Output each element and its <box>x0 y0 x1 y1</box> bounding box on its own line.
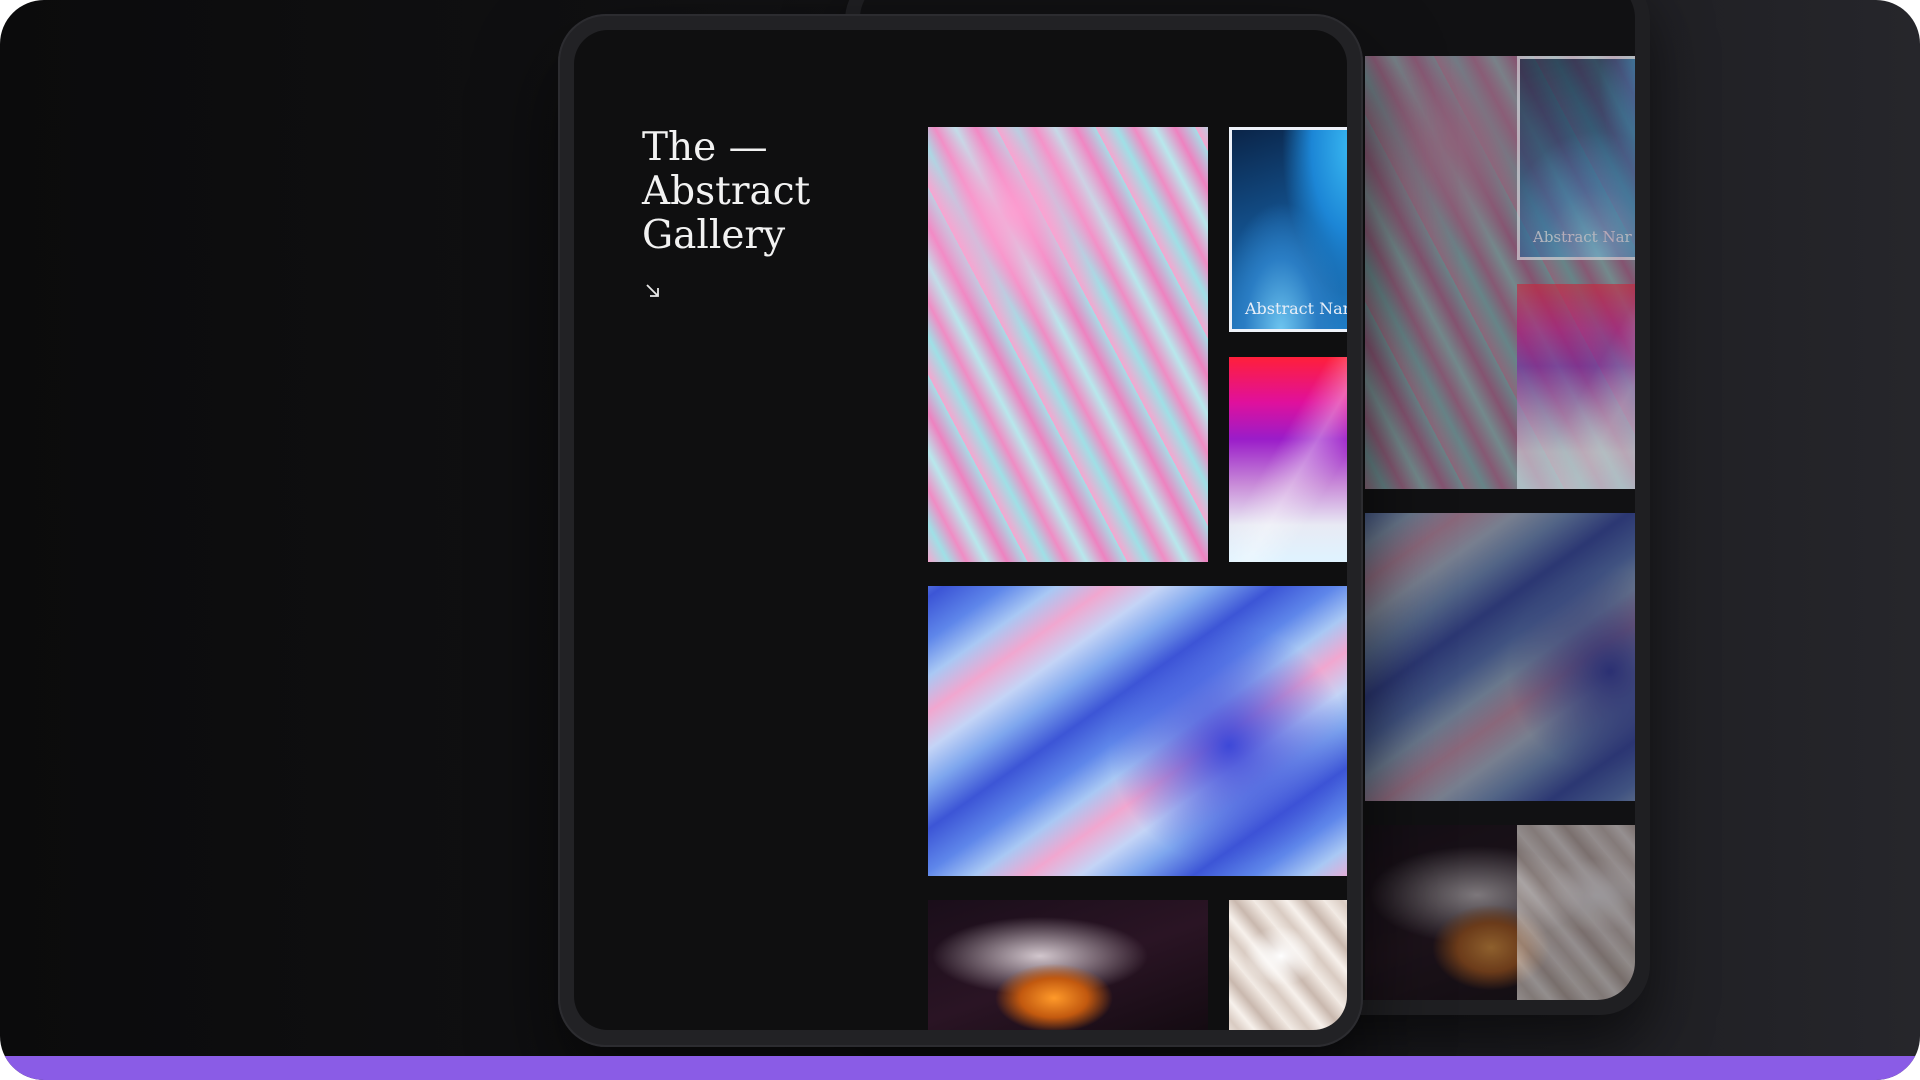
tile-pink-marble[interactable] <box>928 127 1208 562</box>
tablet-screen: The — Abstract Gallery Abstract Nar <box>574 30 1347 1030</box>
gallery-title: The — Abstract Gallery <box>642 126 882 258</box>
app-window: Abstract Nar The — Abstract Gallery Abst… <box>0 0 1920 1080</box>
tile-cream-marble[interactable] <box>1229 900 1347 1030</box>
back-tile-blue-swirl <box>1365 513 1635 801</box>
tile-rainbow-gradient[interactable] <box>1229 357 1347 562</box>
back-tile-blue-arch: Abstract Nar <box>1517 56 1635 260</box>
tile-blue-arch[interactable]: Abstract Nar <box>1229 127 1347 332</box>
arrow-down-right-icon[interactable] <box>644 282 662 300</box>
back-tile-cream <box>1517 825 1635 1000</box>
title-line-1: The — <box>642 125 768 170</box>
back-tile-rainbow <box>1517 284 1635 489</box>
accent-bar <box>0 1056 1920 1080</box>
tile-blue-swirl[interactable] <box>928 586 1347 876</box>
tile-caption: Abstract Nar <box>1245 299 1347 318</box>
title-line-3: Gallery <box>642 213 786 258</box>
tile-fire-smoke[interactable] <box>928 900 1208 1030</box>
back-tile-caption: Abstract Nar <box>1533 228 1632 246</box>
title-line-2: Abstract <box>642 169 811 214</box>
